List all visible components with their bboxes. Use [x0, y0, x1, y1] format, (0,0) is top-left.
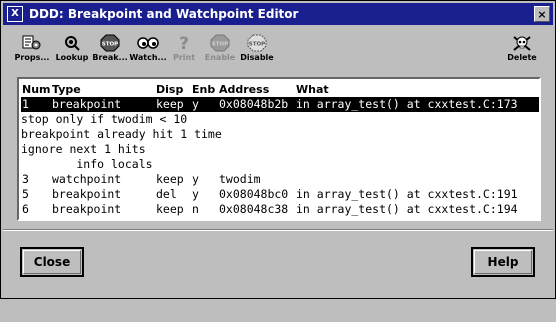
question-icon: ? [176, 34, 192, 52]
lookup-icon [63, 34, 81, 52]
props-icon [22, 34, 42, 52]
watch-label: Watch... [129, 53, 167, 62]
svg-text:STOP: STOP [249, 42, 265, 48]
disable-stop-icon: STOP [247, 34, 267, 52]
list-item[interactable]: ignore next 1 hits [21, 142, 539, 157]
row-address: 0x08048c38 [219, 202, 289, 216]
close-button[interactable]: Close [20, 247, 84, 277]
separator [3, 229, 553, 231]
print-label: Print [172, 53, 196, 62]
row-address: 0x08048b2b [219, 97, 289, 111]
props-button[interactable]: Props... [11, 34, 53, 68]
table-row[interactable]: 3 watchpoint keep y twodim [21, 172, 539, 187]
row-type: breakpoint [52, 187, 122, 201]
table-row[interactable]: 5 breakpoint del y 0x08048bc0 in array_t… [21, 187, 539, 202]
break-button[interactable]: STOP Break... [89, 34, 131, 68]
svg-text:STOP: STOP [102, 42, 118, 48]
list-item[interactable]: info locals [21, 157, 539, 172]
row-enb: y [192, 172, 199, 186]
row-disp: keep [156, 172, 184, 186]
list-header: Num Type Disp Enb Address What [21, 82, 539, 97]
row-what: in array_test() at cxxtest.C:194 [296, 202, 518, 216]
header-enb: Enb [192, 83, 216, 96]
header-disp: Disp [156, 83, 184, 96]
header-what: What [296, 83, 329, 96]
row-type: breakpoint [52, 202, 122, 216]
breakpoint-list[interactable]: Num Type Disp Enb Address What 1 breakpo… [17, 77, 541, 221]
row-what: in array_test() at cxxtest.C:173 [296, 97, 518, 111]
enable-button[interactable]: STOP Enable [199, 34, 241, 68]
header-address: Address [219, 83, 270, 96]
row-type: watchpoint [52, 172, 122, 186]
row-enb: y [192, 187, 199, 201]
help-button[interactable]: Help [471, 247, 535, 277]
close-window-button[interactable]: × [534, 6, 550, 22]
break-label: Break... [92, 53, 128, 62]
row-what: in array_test() at cxxtest.C:191 [296, 187, 518, 201]
disable-label: Disable [240, 53, 274, 62]
disable-button[interactable]: STOP Disable [236, 34, 278, 68]
row-type: breakpoint [52, 97, 122, 111]
toolbar: Props... Lookup STOP Break... Watch... ?… [11, 34, 549, 68]
close-button-label: Close [23, 250, 81, 274]
row-address: twodim [219, 172, 261, 186]
row-num: 6 [22, 202, 29, 216]
enable-label: Enable [204, 53, 236, 62]
delete-label: Delete [507, 53, 537, 62]
stop-sign-icon: STOP [100, 34, 120, 52]
title-bar[interactable]: X DDD: Breakpoint and Watchpoint Editor … [3, 3, 553, 25]
watch-eyes-icon [137, 34, 159, 52]
list-item[interactable]: breakpoint already hit 1 time [21, 127, 539, 142]
svg-text:STOP: STOP [212, 42, 228, 48]
lookup-label: Lookup [55, 53, 89, 62]
row-enb: n [192, 202, 199, 216]
enable-stop-icon: STOP [210, 34, 230, 52]
props-label: Props... [14, 53, 50, 62]
header-type: Type [52, 83, 81, 96]
lookup-button[interactable]: Lookup [51, 34, 93, 68]
row-address: 0x08048bc0 [219, 187, 289, 201]
row-disp: keep [156, 202, 184, 216]
row-enb: y [192, 97, 199, 111]
row-num: 3 [22, 172, 29, 186]
help-button-label: Help [474, 250, 532, 274]
delete-skull-icon [512, 34, 532, 52]
window-menu-icon[interactable]: X [7, 6, 23, 22]
list-item[interactable]: stop only if twodim < 10 [21, 112, 539, 127]
delete-button[interactable]: Delete [501, 34, 543, 68]
row-num: 5 [22, 187, 29, 201]
svg-text:?: ? [179, 34, 189, 52]
window-title: DDD: Breakpoint and Watchpoint Editor [29, 7, 299, 21]
row-disp: keep [156, 97, 184, 111]
table-row[interactable]: 1 breakpoint keep y 0x08048b2b in array_… [21, 97, 539, 112]
table-row[interactable]: 6 breakpoint keep n 0x08048c38 in array_… [21, 202, 539, 217]
row-disp: del [156, 187, 177, 201]
header-num: Num [22, 83, 51, 96]
breakpoint-editor-window: X DDD: Breakpoint and Watchpoint Editor … [0, 0, 556, 299]
row-num: 1 [22, 97, 29, 111]
